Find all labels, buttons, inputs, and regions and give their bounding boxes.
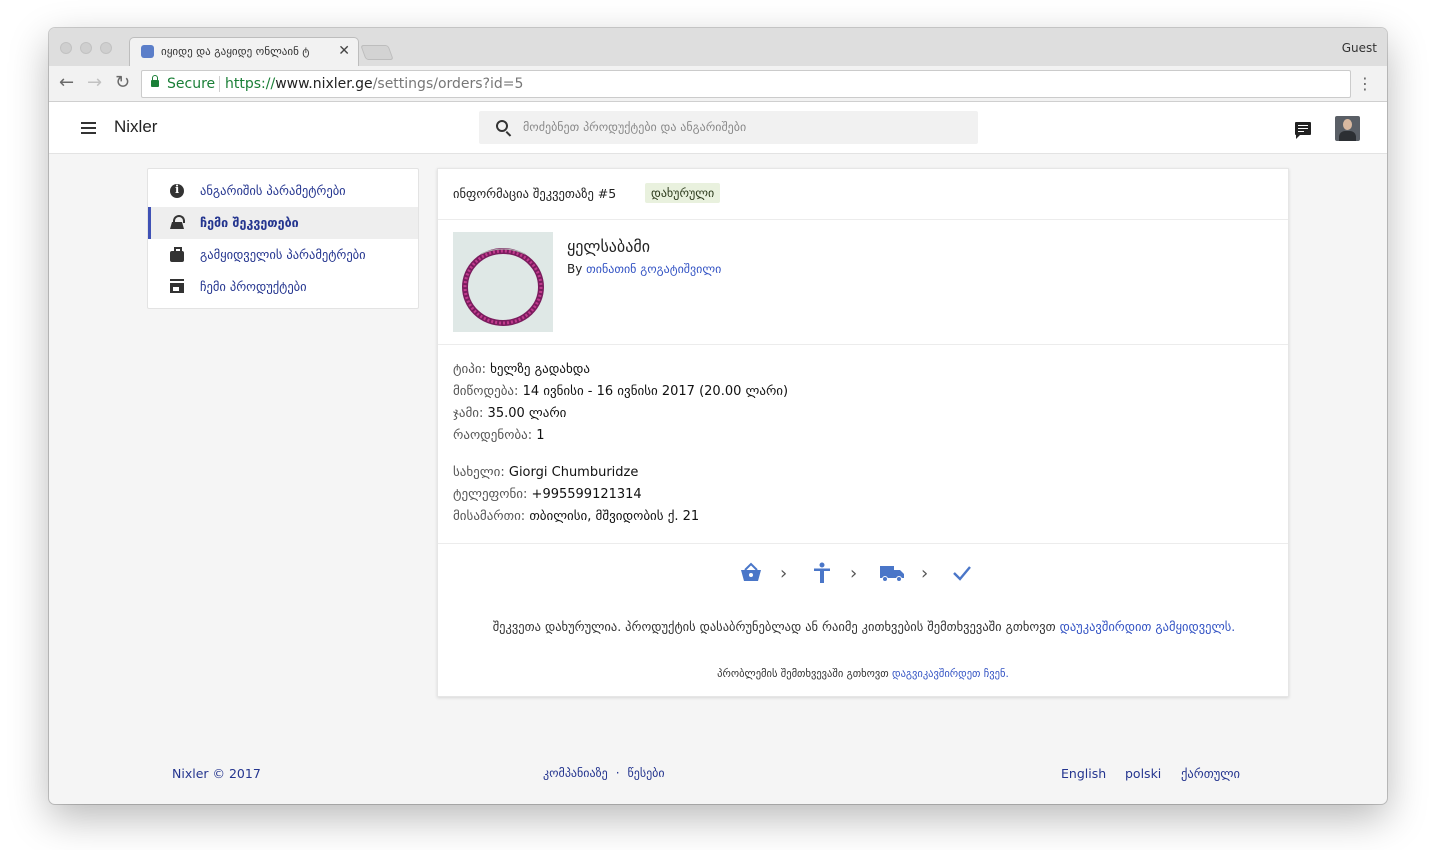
window-maximize-button[interactable] [100, 42, 112, 54]
address-value: თბილისი, მშვიდობის ქ. 21 [529, 509, 700, 524]
sidebar-item-label: ჩემი შეკვეთები [200, 215, 299, 230]
chevron-right-icon: › [921, 563, 929, 584]
name-value: Giorgi Chumburidze [508, 465, 639, 480]
rules-link[interactable]: წესები [628, 766, 665, 780]
window-close-button[interactable] [60, 42, 72, 54]
detail-total: ჯამი: 35.00 ლარი [453, 403, 1253, 425]
detail-type: ტიპი: ხელზე გადახდა [453, 359, 1253, 381]
search-icon [496, 120, 508, 132]
detail-delivery: მიწოდება: 14 ივნისი - 16 ივნისი 2017 (20… [453, 381, 1253, 403]
brand-logo[interactable]: Nixler [114, 117, 157, 137]
tab-title: იყიდე და გაყიდე ონლაინ ტ [161, 45, 310, 58]
chevron-right-icon: › [850, 563, 858, 584]
status-badge: დახურული [645, 183, 721, 203]
sidebar-item-seller-settings[interactable]: გამყიდველის პარამეტრები [148, 239, 418, 271]
basket-icon [170, 215, 185, 229]
tab-strip: იყიდე და გაყიდე ონლაინ ტ ✕ Guest [49, 28, 1387, 66]
person-icon [814, 562, 830, 583]
browser-tab[interactable]: იყიდე და გაყიდე ონლაინ ტ ✕ [129, 37, 359, 66]
guest-profile-label[interactable]: Guest [1342, 41, 1377, 55]
hamburger-menu-icon[interactable] [81, 122, 96, 134]
closed-note-text: შეკვეთა დახურულია. პროდუქტის დასაბრუნებლ… [492, 619, 1056, 634]
url-host: www.nixler.ge [275, 76, 373, 92]
info-icon [170, 183, 184, 198]
settings-sidebar: ანგარიშის პარამეტრები ჩემი შეკვეთები გამ… [147, 168, 419, 309]
language-polish[interactable]: polski [1125, 766, 1161, 781]
order-details: ტიპი: ხელზე გადახდა მიწოდება: 14 ივნისი … [453, 359, 1253, 528]
type-value: ხელზე გადახდა [490, 362, 590, 377]
window-minimize-button[interactable] [80, 42, 92, 54]
order-closed-note: შეკვეთა დახურულია. პროდუქტის დასაბრუნებლ… [458, 616, 1270, 637]
delivery-label: მიწოდება: [453, 384, 519, 399]
order-progress: › › › შეკვეთა დახურულია. პროდუქტის დასაბ… [438, 543, 1288, 698]
product-seller: By თინათინ გოგატიშვილი [567, 262, 721, 276]
order-header: ინფორმაცია შეკვეთაზე #5 დახურული [438, 169, 1288, 220]
forward-arrow-icon[interactable]: → [87, 74, 102, 92]
footer-separator: · [615, 766, 620, 780]
secure-label: Secure [167, 76, 216, 92]
phone-label: ტელეფონი: [453, 487, 528, 502]
reload-icon[interactable]: ↻ [115, 74, 130, 92]
browser-menu-icon[interactable]: ⋮ [1357, 74, 1373, 93]
search-box[interactable] [479, 111, 978, 144]
type-label: ტიპი: [453, 362, 486, 377]
search-input[interactable] [523, 115, 963, 139]
briefcase-icon [170, 247, 184, 262]
order-title: ინფორმაცია შეკვეთაზე #5 [453, 186, 617, 201]
url-text[interactable]: https://www.nixler.ge/settings/orders?id… [225, 76, 523, 92]
help-note-text: პრობლემის შემთხვევაში გთხოვთ [717, 668, 889, 680]
sidebar-item-account-settings[interactable]: ანგარიშის პარამეტრები [148, 175, 418, 207]
quantity-value: 1 [536, 428, 545, 443]
product-row: ყელსაბამი By თინათინ გოგატიშვილი [438, 221, 1288, 345]
detail-quantity: რაოდენობა: 1 [453, 425, 1253, 447]
sidebar-item-my-products[interactable]: ჩემი პროდუქტები [148, 271, 418, 303]
messages-icon[interactable] [1295, 122, 1311, 139]
detail-phone: ტელეფონი: +995599121314 [453, 484, 1253, 506]
total-value: 35.00 ლარი [487, 406, 567, 421]
address-label: მისამართი: [453, 509, 526, 524]
detail-address: მისამართი: თბილისი, მშვიდობის ქ. 21 [453, 506, 1253, 528]
detail-name: სახელი: Giorgi Chumburidze [453, 462, 1253, 484]
back-arrow-icon[interactable]: ← [59, 74, 74, 92]
footer-copyright: Nixler © 2017 [172, 766, 261, 781]
delivery-value: 14 ივნისი - 16 ივნისი 2017 (20.00 ლარი) [522, 384, 789, 399]
check-icon [953, 566, 971, 581]
basket-icon [741, 562, 761, 581]
product-image[interactable] [453, 232, 553, 332]
about-link[interactable]: კომპანიაზე [543, 766, 608, 780]
url-separator [219, 76, 220, 92]
browser-window: იყიდე და გაყიდე ონლაინ ტ ✕ Guest ← → ↻ S… [49, 28, 1387, 804]
sidebar-item-label: ჩემი პროდუქტები [200, 279, 307, 294]
contact-us-link[interactable]: დაგვიკავშირდეთ ჩვენ. [892, 668, 1009, 680]
address-bar[interactable]: Secure https://www.nixler.ge/settings/or… [141, 70, 1351, 98]
product-name[interactable]: ყელსაბამი [567, 237, 650, 256]
total-label: ჯამი: [453, 406, 484, 421]
app-header: Nixler [49, 102, 1387, 154]
by-label: By [567, 262, 583, 276]
footer-links: კომპანიაზე · წესები [543, 766, 665, 780]
sidebar-item-my-orders[interactable]: ჩემი შეკვეთები [148, 207, 418, 239]
sidebar-item-label: გამყიდველის პარამეტრები [200, 247, 366, 262]
seller-link[interactable]: თინათინ გოგატიშვილი [586, 262, 721, 276]
language-english[interactable]: English [1061, 766, 1106, 781]
avatar[interactable] [1335, 116, 1360, 141]
language-georgian[interactable]: ქართული [1181, 766, 1240, 781]
url-scheme: https:// [225, 76, 276, 92]
contact-seller-link[interactable]: დაუკავშირდით გამყიდველს. [1060, 619, 1236, 634]
browser-toolbar: ← → ↻ Secure https://www.nixler.ge/setti… [49, 66, 1387, 102]
sidebar-item-label: ანგარიშის პარამეტრები [200, 183, 346, 198]
name-label: სახელი: [453, 465, 505, 480]
new-tab-button[interactable] [360, 45, 394, 60]
order-card: ინფორმაცია შეკვეთაზე #5 დახურული ყელსაბა… [437, 168, 1289, 697]
quantity-label: რაოდენობა: [453, 428, 533, 443]
favicon-icon [141, 45, 154, 58]
tab-close-icon[interactable]: ✕ [338, 43, 350, 59]
truck-icon [880, 566, 904, 582]
lock-icon [151, 75, 159, 87]
phone-value: +995599121314 [531, 487, 642, 502]
store-icon [170, 279, 184, 293]
help-note: პრობლემის შემთხვევაში გთხოვთ დაგვიკავშირ… [438, 668, 1288, 680]
chevron-right-icon: › [780, 563, 788, 584]
url-path: /settings/orders?id=5 [372, 76, 524, 92]
